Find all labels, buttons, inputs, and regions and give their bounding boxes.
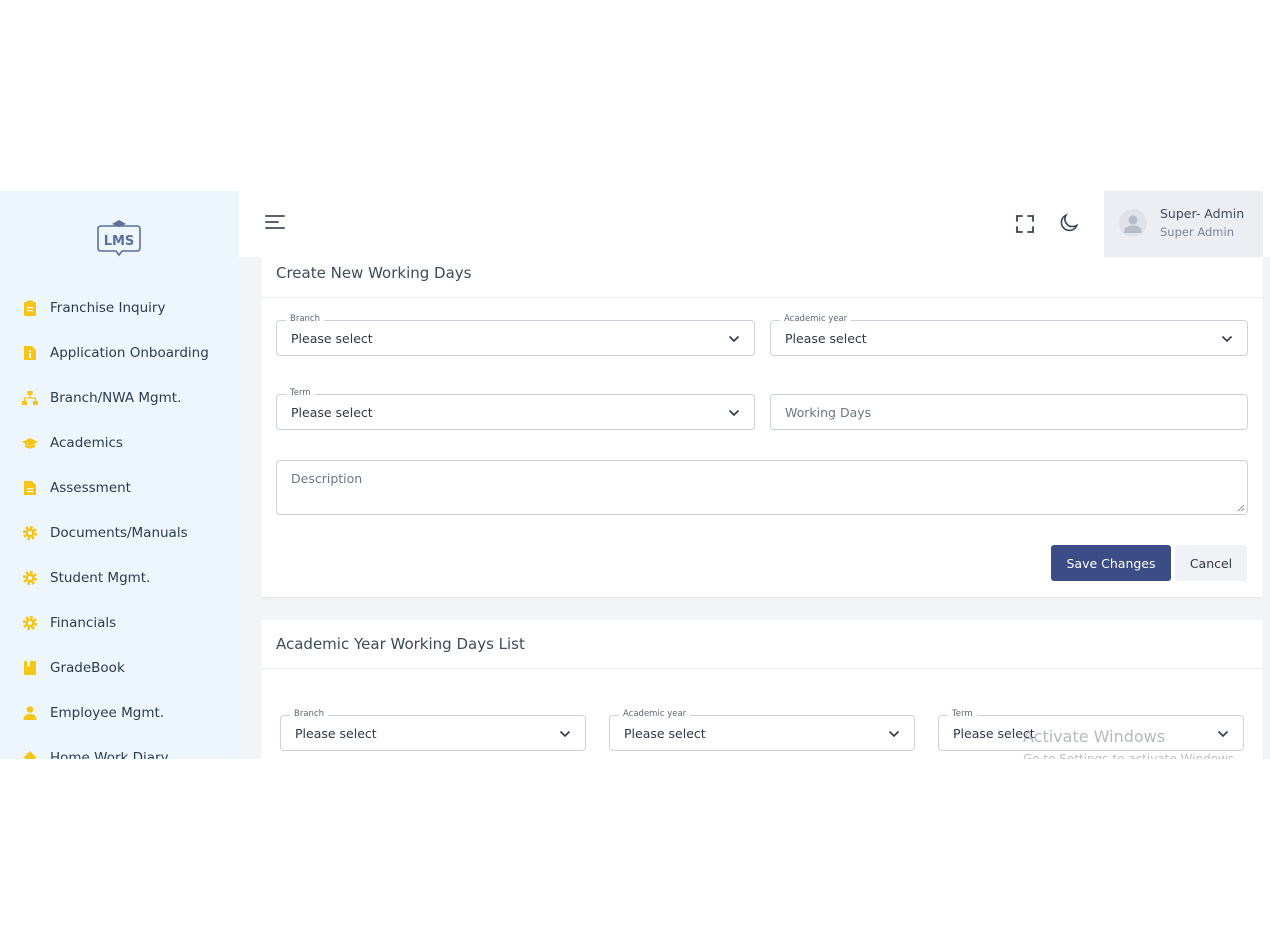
term-value: Please select — [291, 405, 373, 420]
chevron-down-icon — [728, 409, 740, 417]
academic-year-value: Please select — [785, 331, 867, 346]
app-frame: LMS Franchise Inquiry Application Onboar… — [0, 191, 1270, 759]
sidebar-item-home-work-diary[interactable]: Home Work Diary — [0, 735, 239, 759]
sidebar-item-label: Academics — [50, 434, 123, 451]
gear-icon — [22, 615, 38, 631]
divider — [261, 297, 1263, 298]
filter-term-select[interactable]: Term Please select — [938, 709, 1244, 751]
sidebar-item-student-mgmt[interactable]: Student Mgmt. — [0, 555, 239, 600]
gear-icon — [22, 525, 38, 541]
sidebar-item-gradebook[interactable]: GradeBook — [0, 645, 239, 690]
clipboard-icon — [22, 300, 38, 316]
chevron-down-icon — [888, 730, 900, 738]
chevron-down-icon — [728, 335, 740, 343]
sidebar-item-label: GradeBook — [50, 659, 125, 676]
home-icon — [22, 750, 38, 759]
sidebar-item-label: Financials — [50, 614, 117, 631]
info-document-icon — [22, 345, 38, 361]
graduation-cap-icon — [22, 435, 38, 451]
description-textarea[interactable]: Description — [276, 460, 1248, 515]
working-days-input[interactable]: Working Days — [770, 394, 1248, 430]
sidebar-item-employee-mgmt[interactable]: Employee Mgmt. — [0, 690, 239, 735]
filter-branch-select[interactable]: Branch Please select — [280, 709, 586, 751]
sidebar-menu: Franchise Inquiry Application Onboarding… — [0, 285, 239, 759]
user-name: Super- Admin — [1160, 206, 1245, 221]
dark-mode-moon-icon[interactable] — [1059, 213, 1079, 233]
branch-label: Branch — [290, 709, 328, 719]
branch-label: Branch — [286, 314, 324, 324]
sidebar-item-label: Employee Mgmt. — [50, 704, 165, 721]
sidebar-item-label: Application Onboarding — [50, 344, 209, 361]
term-label: Term — [948, 709, 977, 719]
user-role: Super Admin — [1160, 225, 1234, 239]
branch-select[interactable]: Branch Please select — [276, 314, 755, 356]
chevron-down-icon — [559, 730, 571, 738]
lms-logo[interactable]: LMS — [95, 218, 143, 258]
svg-text:LMS: LMS — [104, 234, 135, 249]
chevron-down-icon — [1217, 730, 1229, 738]
menu-toggle-icon[interactable] — [265, 215, 285, 231]
sidebar-item-academics[interactable]: Academics — [0, 420, 239, 465]
description-placeholder: Description — [291, 471, 363, 486]
create-working-days-card: Create New Working Days Branch Please se… — [261, 257, 1263, 597]
file-icon — [22, 480, 38, 496]
sidebar-item-assessment[interactable]: Assessment — [0, 465, 239, 510]
sitemap-icon — [22, 390, 38, 406]
sidebar-item-branch-mgmt[interactable]: Branch/NWA Mgmt. — [0, 375, 239, 420]
sidebar-item-documents-manuals[interactable]: Documents/Manuals — [0, 510, 239, 555]
card-title: Create New Working Days — [276, 264, 472, 282]
sidebar: LMS Franchise Inquiry Application Onboar… — [0, 191, 239, 759]
working-days-placeholder: Working Days — [785, 405, 872, 420]
fullscreen-icon[interactable] — [1015, 214, 1035, 234]
sidebar-item-label: Home Work Diary — [50, 749, 169, 760]
card-title: Academic Year Working Days List — [276, 635, 525, 653]
branch-value: Please select — [291, 331, 373, 346]
academic-year-label: Academic year — [780, 314, 852, 324]
academic-year-label: Academic year — [619, 709, 691, 719]
avatar — [1119, 209, 1147, 237]
cancel-button[interactable]: Cancel — [1175, 545, 1247, 581]
sidebar-item-label: Documents/Manuals — [50, 524, 188, 541]
term-value: Please select — [953, 726, 1035, 741]
academic-year-select[interactable]: Academic year Please select — [770, 314, 1248, 356]
term-label: Term — [286, 388, 315, 398]
gear-icon — [22, 570, 38, 586]
chevron-down-icon — [1221, 335, 1233, 343]
sidebar-item-label: Assessment — [50, 479, 131, 496]
working-days-list-card: Academic Year Working Days List Branch P… — [261, 620, 1263, 759]
branch-value: Please select — [295, 726, 377, 741]
term-select[interactable]: Term Please select — [276, 388, 755, 430]
save-changes-button[interactable]: Save Changes — [1051, 545, 1171, 581]
sidebar-item-financials[interactable]: Financials — [0, 600, 239, 645]
sidebar-item-franchise-inquiry[interactable]: Franchise Inquiry — [0, 285, 239, 330]
sidebar-item-label: Student Mgmt. — [50, 569, 151, 586]
top-header: Super- Admin Super Admin — [239, 191, 1270, 257]
sidebar-item-label: Branch/NWA Mgmt. — [50, 389, 182, 406]
filter-academic-year-select[interactable]: Academic year Please select — [609, 709, 915, 751]
divider — [261, 668, 1263, 669]
academic-year-value: Please select — [624, 726, 706, 741]
user-profile-dropdown[interactable]: Super- Admin Super Admin — [1104, 191, 1263, 257]
user-icon — [22, 705, 38, 721]
resize-handle-icon[interactable] — [1237, 504, 1245, 512]
sidebar-item-application-onboarding[interactable]: Application Onboarding — [0, 330, 239, 375]
sidebar-item-label: Franchise Inquiry — [50, 299, 166, 316]
book-icon — [22, 660, 38, 676]
